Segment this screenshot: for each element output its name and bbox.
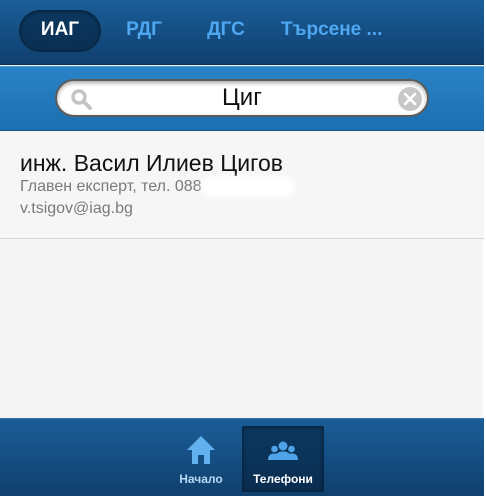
tab-dgs[interactable]: ДГС: [197, 10, 255, 52]
contact-name: инж. Васил Илиев Цигов: [20, 150, 283, 176]
nav-phones[interactable]: Телефони: [242, 426, 324, 492]
contact-title-phone: Главен експерт, тел. 088: [20, 178, 292, 196]
search-bar: [0, 66, 484, 131]
results-list: инж. Васил Илиев Цигов Главен експерт, т…: [0, 132, 484, 239]
contacts-icon: [267, 434, 299, 466]
tab-iag[interactable]: ИАГ: [19, 10, 101, 52]
search-input[interactable]: [97, 83, 387, 113]
search-icon: [69, 87, 93, 111]
top-tab-bar: ИАГ РДГ ДГС Търсене ...: [0, 0, 484, 65]
bottom-nav-bar: Начало Телефони: [0, 418, 484, 496]
nav-home-label: Начало: [179, 472, 223, 486]
redacted-phone: [203, 179, 292, 194]
contact-email: v.tsigov@iag.bg: [20, 200, 133, 217]
tab-search[interactable]: Търсене ...: [281, 10, 401, 52]
nav-phones-label: Телефони: [253, 472, 313, 486]
list-item[interactable]: инж. Васил Илиев Цигов Главен експерт, т…: [0, 132, 484, 239]
search-field: [55, 79, 429, 117]
contact-title-phone-text: Главен експерт, тел. 088: [20, 178, 202, 195]
tab-rdg[interactable]: РДГ: [118, 10, 170, 52]
clear-icon[interactable]: [398, 87, 422, 111]
app-window: ИАГ РДГ ДГС Търсене ... инж. Васил Или: [0, 0, 484, 496]
home-icon: [185, 434, 217, 466]
nav-home[interactable]: Начало: [160, 426, 242, 492]
